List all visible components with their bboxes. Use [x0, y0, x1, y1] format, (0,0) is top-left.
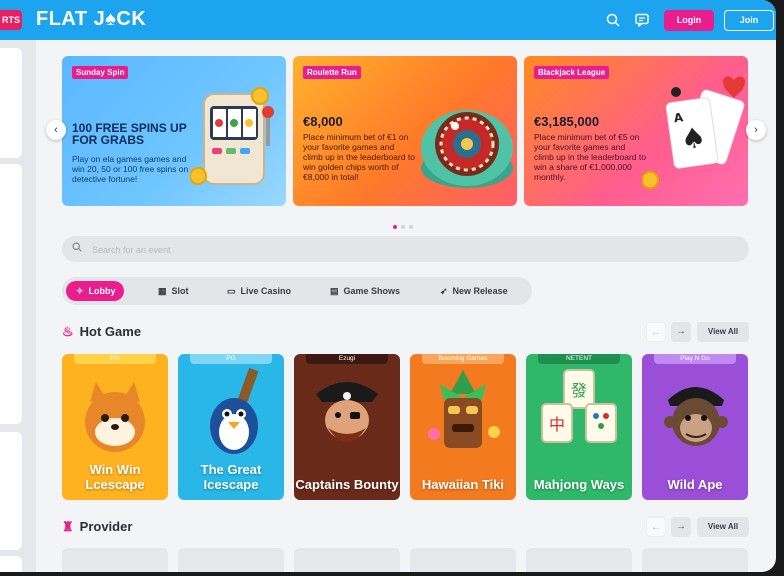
search-icon [72, 242, 82, 255]
tab-game-shows[interactable]: ▤ Game Shows [330, 281, 400, 301]
banner-description: Play on ela games games and win 20, 50 o… [72, 154, 189, 184]
svg-text:中: 中 [549, 415, 565, 434]
sidebar-card[interactable] [0, 164, 22, 424]
sports-tab[interactable]: RTS [0, 10, 22, 30]
banner-tag: Roulette Run [303, 66, 361, 79]
tab-label: Game Shows [343, 286, 401, 296]
provider-view-all-button[interactable]: View All [697, 517, 749, 537]
provider-tile[interactable] [62, 548, 168, 572]
banner-tag: Sunday Spin [72, 66, 129, 79]
pirate-art [316, 382, 378, 442]
mahjong-tiles-art: 發 中 [541, 369, 617, 443]
game-title: Captains Bounty [295, 477, 399, 492]
tab-label: Slot [171, 286, 189, 296]
tab-label: New Release [452, 286, 508, 296]
category-tabs: ✧ Lobby ▦ Slot ▭ Live Casino ▤ Game Shows ➶ N… [62, 277, 532, 305]
game-provider-label: Booming Games [422, 354, 504, 364]
provider-next-button[interactable]: → [671, 517, 691, 537]
game-provider-label: Ezugi [306, 354, 388, 364]
sidebar-card[interactable] [0, 432, 22, 550]
join-button[interactable]: Join [724, 10, 774, 31]
provider-tile[interactable] [294, 548, 400, 572]
provider-tile[interactable] [410, 548, 516, 572]
hot-game-heading: ♨ Hot Game [62, 324, 141, 340]
game-provider-label: NETENT [538, 354, 620, 364]
banner-prize-amount: €8,000 [303, 114, 343, 129]
rocket-icon: ➶ [440, 286, 448, 296]
promo-banner-blackjack-league[interactable]: Blackjack League €3,185,000 Place minimu… [524, 56, 748, 206]
carousel-prev-button[interactable]: ‹ [46, 120, 66, 140]
flame-icon: ♨ [62, 324, 74, 339]
sparkle-icon: ✧ [76, 286, 84, 296]
tab-slot[interactable]: ▦ Slot [158, 281, 189, 301]
top-navigation-bar: RTS FLAT J♠CK Login Join [0, 0, 776, 40]
provider-heading: ♜ Provider [62, 519, 132, 535]
game-title: The Great Icescape [200, 462, 262, 492]
promo-banner-roulette-run[interactable]: Roulette Run €8,000 Place minimum bet of… [293, 56, 517, 206]
chat-icon[interactable] [632, 10, 652, 30]
sidebar-card[interactable] [0, 556, 22, 572]
banner-headline: 100 FREE SPINS UP FOR GRABS [72, 121, 187, 147]
game-card-the-great-icescape[interactable]: PG The Great Icescape [178, 354, 284, 500]
penguin-art [210, 367, 259, 454]
slot-machine-icon: ▦ [158, 286, 167, 296]
banner-description: Place minimum bet of €1 on your favorite… [303, 132, 415, 182]
game-title: Wild Ape [667, 477, 723, 492]
login-button[interactable]: Login [664, 10, 714, 31]
carousel-dot[interactable] [401, 225, 405, 229]
flat-jack-logo[interactable]: FLAT J♠CK [36, 8, 146, 31]
joystick-icon: ♜ [62, 519, 74, 534]
carousel-next-button[interactable]: › [746, 120, 766, 140]
app-window: RTS FLAT J♠CK Login Join Sunday Spin 100 [0, 0, 776, 572]
game-provider-label: PG [190, 354, 272, 364]
provider-tile[interactable] [642, 548, 748, 572]
carousel-pagination [393, 216, 417, 234]
tab-label: Live Casino [240, 286, 292, 296]
banner-tag: Blackjack League [534, 66, 610, 79]
shiba-dog-art [85, 382, 145, 452]
provider-prev-button[interactable]: ← [646, 517, 666, 537]
game-card-wild-ape[interactable]: Play N Go Wild Ape [642, 354, 748, 500]
section-title-text: Provider [79, 519, 133, 534]
slot-machine-illustration [190, 87, 274, 185]
game-provider-label: Play N Go [654, 354, 736, 364]
hot-game-view-all-button[interactable]: View All [697, 322, 749, 342]
hot-game-prev-button[interactable]: ← [646, 322, 666, 342]
banner-description: Place minimum bet of €5 on your favorite… [534, 132, 646, 182]
provider-tile[interactable] [178, 548, 284, 572]
tiki-art [428, 370, 500, 448]
sidebar-card[interactable] [0, 48, 22, 158]
game-card-mahjong-ways[interactable]: NETENT 發 中 Mahjong Ways [526, 354, 632, 500]
promo-banner-sunday-spin[interactable]: Sunday Spin 100 FREE SPINS UP FOR GRABS … [62, 56, 286, 206]
event-search-input[interactable] [90, 241, 694, 259]
tab-live-casino[interactable]: ▭ Live Casino [227, 281, 291, 301]
carousel-dot[interactable] [393, 225, 397, 229]
carousel-dot[interactable] [409, 225, 413, 229]
game-card-win-win-lcescape[interactable]: PG Win Win Lcescape [62, 354, 168, 500]
ape-art [664, 387, 728, 446]
tab-new-release[interactable]: ➶ New Release [440, 281, 508, 301]
provider-tile[interactable] [526, 548, 632, 572]
game-card-hawaiian-tiki[interactable]: Booming Games Hawaiian Tiki [410, 354, 516, 500]
tab-label: Lobby [88, 286, 116, 296]
game-card-captains-bounty[interactable]: Ezugi Captains Bounty [294, 354, 400, 500]
game-title: Hawaiian Tiki [421, 477, 505, 492]
banner-prize-amount: €3,185,000 [534, 114, 600, 129]
svg-text:發: 發 [571, 381, 587, 400]
game-title: Mahjong Ways [533, 477, 625, 492]
tv-icon: ▭ [227, 286, 236, 296]
playing-cards-illustration: A ♠ [642, 76, 745, 189]
event-search-bar [62, 236, 749, 262]
game-provider-label: PG [74, 354, 156, 364]
section-title-text: Hot Game [79, 324, 142, 339]
tab-lobby[interactable]: ✧ Lobby [66, 281, 124, 301]
svg-text:♠: ♠ [679, 120, 708, 156]
search-icon[interactable] [603, 10, 623, 30]
monitor-icon: ▤ [330, 286, 339, 296]
hot-game-next-button[interactable]: → [671, 322, 691, 342]
left-sidebar [0, 40, 36, 572]
roulette-illustration [421, 110, 513, 188]
game-title: Win Win Lcescape [85, 462, 145, 492]
